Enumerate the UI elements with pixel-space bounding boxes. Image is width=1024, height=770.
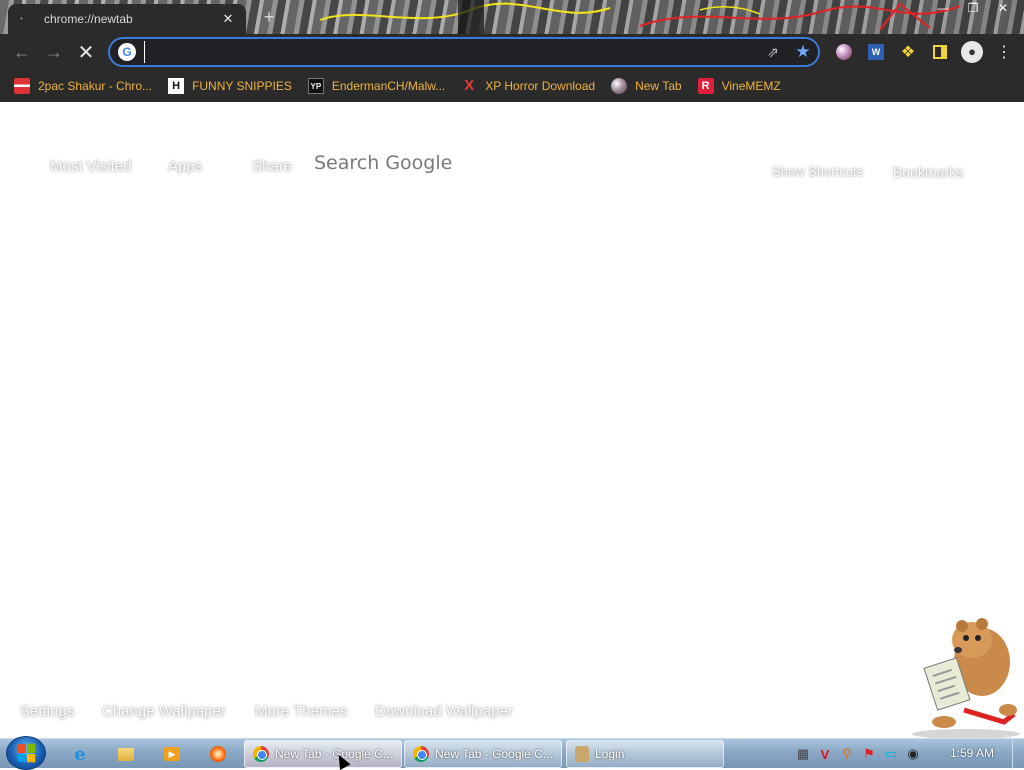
bookmark-star-icon[interactable]: ★ xyxy=(788,39,818,65)
bookmark-endermanch[interactable]: YP EndermanCH/Malw... xyxy=(307,78,446,94)
taskbar-window-chrome-1[interactable]: New Tab - Google C... xyxy=(244,740,402,768)
bookmark-xp-horror[interactable]: X XP Horror Download xyxy=(461,78,595,94)
chrome-icon xyxy=(253,746,269,762)
bookmark-label: VineMEMZ xyxy=(721,79,781,93)
gift-icon xyxy=(14,78,30,94)
stop-icon[interactable]: ✕ xyxy=(70,36,102,68)
extension-ball-icon[interactable] xyxy=(828,36,860,68)
download-wallpaper-link[interactable]: Download Wallpaper xyxy=(375,703,513,720)
close-tab-icon[interactable]: ✕ xyxy=(220,11,236,27)
share-link[interactable]: Share xyxy=(252,158,292,175)
globe-icon xyxy=(611,78,628,94)
loading-spinner-icon: • xyxy=(20,14,23,23)
x-icon: X xyxy=(464,77,475,94)
system-tray: ▦ V ⚲ ⚑ ▭ ◉ xyxy=(792,744,924,764)
chrome-icon xyxy=(413,746,429,762)
r-icon: R xyxy=(697,78,714,94)
bookmark-2pac[interactable]: 2pac Shakur - Chro... xyxy=(14,78,152,94)
google-g-icon: G xyxy=(118,43,136,61)
tab-newtab[interactable]: • chrome://newtab ✕ xyxy=(8,4,246,34)
bookmark-label: New Tab xyxy=(635,79,682,93)
bookmark-funny-snippies[interactable]: H FUNNY SNIPPIES xyxy=(168,78,292,94)
window-controls: — ❐ ✕ xyxy=(928,0,1018,16)
windows-logo-icon xyxy=(17,743,36,763)
tray-v-icon[interactable]: V xyxy=(814,744,836,764)
extension-puzzle-icon[interactable]: ❖ xyxy=(892,36,924,68)
show-shortcuts-link[interactable]: Show Shortcuts xyxy=(772,164,863,179)
start-button[interactable] xyxy=(6,736,46,770)
show-desktop-button[interactable] xyxy=(1012,739,1024,769)
login-icon xyxy=(575,746,589,762)
apps-link[interactable]: Apps xyxy=(168,158,202,175)
close-window-button[interactable]: ✕ xyxy=(988,0,1018,16)
taskbar-window-login[interactable]: Login xyxy=(566,740,724,768)
new-tab-page: Most Visited Apps Share Search Google Sh… xyxy=(0,102,1024,739)
profile-icon[interactable]: ● xyxy=(956,36,988,68)
tray-volume-icon[interactable]: ◉ xyxy=(902,744,924,764)
minimize-button[interactable]: — xyxy=(928,0,958,16)
taskbar-clock[interactable]: 1:59 AM xyxy=(950,746,994,760)
search-google-label[interactable]: Search Google xyxy=(314,152,452,174)
bookmark-label: 2pac Shakur - Chro... xyxy=(38,79,153,93)
back-icon[interactable]: ← xyxy=(6,36,38,68)
yp-icon: YP xyxy=(307,78,324,94)
tray-grid-icon[interactable]: ▦ xyxy=(792,744,814,764)
internet-explorer-icon[interactable]: e xyxy=(62,742,98,766)
restore-button[interactable]: ❐ xyxy=(958,0,988,16)
hamster-mascot-icon xyxy=(912,618,1020,739)
extension-word-icon[interactable]: W xyxy=(860,36,892,68)
address-input[interactable] xyxy=(144,41,758,63)
bookmark-label: EndermanCH/Malw... xyxy=(331,79,446,93)
most-visited-link[interactable]: Most Visited xyxy=(50,158,131,175)
app-icon[interactable] xyxy=(200,742,236,766)
tab-title: chrome://newtab xyxy=(44,12,133,26)
bookmark-label: FUNNY SNIPPIES xyxy=(192,79,292,93)
taskbar: e ▶ New Tab - Google C... New Tab - Goog… xyxy=(0,736,1024,770)
h-icon: H xyxy=(168,78,185,94)
folder-icon[interactable] xyxy=(108,742,144,766)
browser-toolbar: ← → ✕ G ⇗ ★ W ❖ ● ⋮ xyxy=(0,34,1024,70)
title-bar: • chrome://newtab ✕ + — ❐ ✕ xyxy=(0,0,1024,34)
extensions-area: W ❖ ● ⋮ xyxy=(828,36,1020,68)
media-player-icon[interactable]: ▶ xyxy=(154,742,190,766)
bookmarks-bar: 2pac Shakur - Chro... H FUNNY SNIPPIES Y… xyxy=(0,70,1024,102)
address-bar[interactable]: G ⇗ ★ xyxy=(108,37,820,67)
bookmark-new-tab[interactable]: New Tab xyxy=(611,78,682,94)
change-wallpaper-link[interactable]: Change Wallpaper xyxy=(102,703,226,720)
bookmarks-link[interactable]: Bookmarks xyxy=(893,164,963,180)
taskbar-window-chrome-2[interactable]: New Tab - Google C... xyxy=(404,740,562,768)
forward-icon[interactable]: → xyxy=(38,36,70,68)
bookmark-label: XP Horror Download xyxy=(485,79,596,93)
bookmark-vinememz[interactable]: R VineMEMZ xyxy=(697,78,781,94)
new-tab-button[interactable]: + xyxy=(258,6,280,28)
tray-search-icon[interactable]: ⚲ xyxy=(836,744,858,764)
share-icon[interactable]: ⇗ xyxy=(758,39,788,65)
more-themes-link[interactable]: More Themes xyxy=(255,703,347,720)
tray-monitor-icon[interactable]: ▭ xyxy=(880,744,902,764)
settings-link[interactable]: Settings xyxy=(20,703,74,720)
tray-flag-icon[interactable]: ⚑ xyxy=(858,744,880,764)
menu-icon[interactable]: ⋮ xyxy=(988,36,1020,68)
taskbar-window-label: New Tab - Google C... xyxy=(435,747,553,761)
side-panel-icon[interactable] xyxy=(924,36,956,68)
taskbar-window-label: Login xyxy=(595,747,625,761)
